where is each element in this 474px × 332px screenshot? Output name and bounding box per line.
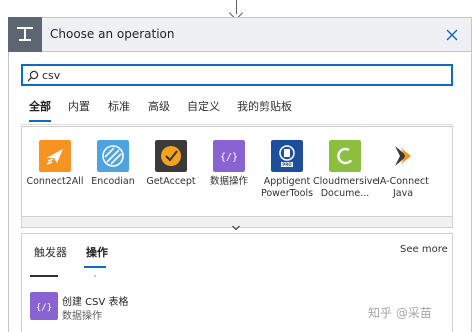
search-input[interactable] (42, 66, 442, 84)
tab-premium[interactable]: 高级 (148, 98, 170, 116)
chevron-down-icon (232, 217, 240, 231)
svg-text:{/}: {/} (220, 152, 238, 163)
tab-clipboard[interactable]: 我的剪贴板 (237, 98, 292, 116)
close-button[interactable] (441, 24, 463, 46)
connector-label: Apptigent PowerTools (260, 176, 314, 199)
data-operation-icon: {/} (213, 140, 245, 172)
connector-label: IA-Connect Java (377, 176, 429, 199)
connector-tile-encodian[interactable] (97, 140, 129, 176)
tab-standard[interactable]: 标准 (108, 98, 130, 116)
svg-text:{/}: {/} (36, 303, 52, 313)
dialog-title: Choose an operation (50, 27, 175, 41)
encodian-icon (97, 140, 129, 172)
tab-triggers[interactable]: 触发器 (34, 244, 67, 260)
tab-custom[interactable]: 自定义 (187, 98, 220, 116)
connector-label: Connect2All (26, 176, 84, 187)
connector-label: 数据操作 (209, 176, 248, 187)
watermark-text: 知乎 @采苗 (368, 306, 432, 320)
connector-label: Cloudmersive Docume... (313, 176, 379, 199)
connector-label: Encodian (91, 176, 135, 187)
action-subtitle: 数据操作 (62, 311, 102, 322)
cloudmersive-icon (329, 140, 361, 172)
triggers-tab-indicator (30, 275, 58, 277)
connector-tile-ia-connect[interactable] (387, 140, 419, 176)
apptigent-icon: PRO (271, 140, 303, 172)
connector-tile-cloudmersive[interactable] (329, 140, 361, 176)
connect2all-icon (39, 140, 71, 172)
tabs-divider (21, 124, 453, 125)
ia-connect-icon (387, 140, 419, 172)
divider-dot (94, 275, 96, 277)
actions-tab-indicator (84, 266, 106, 268)
tab-active-indicator (29, 120, 51, 122)
action-title: 创建 CSV 表格 (62, 297, 129, 308)
see-more-link[interactable]: See more (400, 244, 448, 255)
connector-tile-data-operation[interactable]: {/} (213, 140, 245, 176)
operation-icon (8, 17, 42, 52)
connector-tile-connect2all[interactable] (39, 140, 71, 176)
connector-label: GetAccept (146, 176, 196, 187)
tab-all[interactable]: 全部 (29, 98, 51, 116)
getaccept-icon (155, 140, 187, 172)
connector-tile-apptigent[interactable]: PRO (271, 140, 303, 176)
data-operation-icon: {/} (30, 292, 58, 320)
tab-actions[interactable]: 操作 (86, 244, 108, 260)
connector-tile-getaccept[interactable] (155, 140, 187, 176)
tab-builtin[interactable]: 内置 (68, 98, 90, 116)
svg-text:PRO: PRO (282, 162, 292, 167)
search-icon (26, 68, 40, 82)
close-icon (446, 29, 458, 41)
